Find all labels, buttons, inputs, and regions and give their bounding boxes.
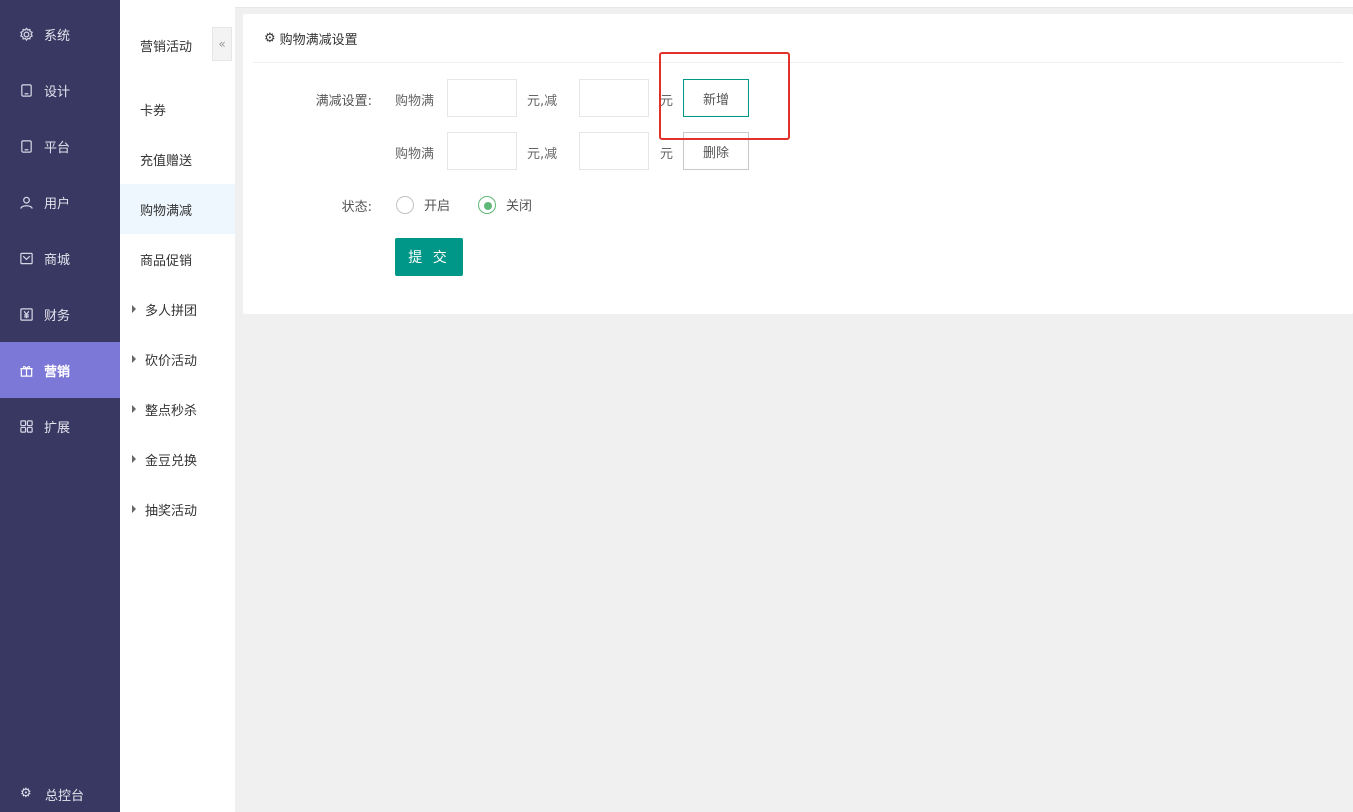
nav-item-console[interactable]: ⚙ 总控台 [0,776,120,812]
gear-icon [18,26,34,42]
row2-amount-input[interactable] [447,132,517,170]
status-radio-off[interactable]: 关闭 [478,195,532,214]
status-radio-on[interactable]: 开启 [396,195,450,214]
mail-icon [18,250,34,266]
subnav-group-bean-exchange[interactable]: 金豆兑换 [120,434,235,484]
radio-circle-checked-icon [478,195,496,214]
top-bar [235,0,1353,8]
yen-icon [18,306,34,322]
subnav-item-recharge-gift[interactable]: 充值赠送 [120,134,235,184]
nav-label: 总控台 [45,788,85,804]
caret-right-icon [132,305,136,313]
nav-item-platform[interactable]: 平台 [0,118,120,174]
panel-header: ⚙ 购物满减设置 [253,14,1343,63]
nav-label: 系统 [44,28,71,44]
nav-label: 平台 [44,140,71,156]
nav-label: 用户 [44,196,71,212]
nav-item-system[interactable]: 系统 [0,6,120,62]
status-label: 状态: [341,200,372,215]
caret-right-icon [132,405,136,413]
subnav-label: 卡券 [140,103,167,119]
row2-discount-input[interactable] [579,132,649,170]
nav-item-design[interactable]: 设计 [0,62,120,118]
row1-amount-input[interactable] [447,79,517,117]
nav-item-extension[interactable]: 扩展 [0,398,120,454]
row1-mid-text: 元,减 [527,94,558,109]
delete-rule-button[interactable]: 删除 [683,132,749,170]
grid-icon [18,418,34,434]
caret-right-icon [132,455,136,463]
subnav-label: 整点秒杀 [145,403,198,419]
submit-button[interactable]: 提 交 [395,238,463,276]
subnav-group-lottery[interactable]: 抽奖活动 [120,484,235,534]
gear-icon: ⚙ [20,786,32,801]
nav-label: 营销 [44,364,71,380]
subnav-item-full-reduction[interactable]: 购物满减 [120,184,235,234]
double-chevron-left-icon: « [218,37,226,51]
radio-circle-icon [396,195,414,214]
subnav-label: 多人拼团 [145,303,198,319]
subnav-label: 充值赠送 [140,153,193,169]
collapse-sidebar-button[interactable]: « [212,27,232,61]
row2-mid-text: 元,减 [527,147,558,162]
tablet-icon [18,138,34,154]
caret-right-icon [132,355,136,363]
nav-label: 商城 [44,252,71,268]
row1-prefix: 购物满 [395,94,435,109]
nav-item-user[interactable]: 用户 [0,174,120,230]
subnav-label: 商品促销 [140,253,193,269]
row1-suffix: 元 [660,94,674,109]
subnav-group-group-buy[interactable]: 多人拼团 [120,284,235,334]
page-title: 购物满减设置 [279,32,358,48]
user-icon [18,194,34,210]
subnav-label: 购物满减 [140,203,193,219]
gear-icon: ⚙ [264,30,276,46]
radio-label: 开启 [424,199,451,214]
subnav-item-coupon[interactable]: 卡券 [120,84,235,134]
row2-prefix: 购物满 [395,147,435,162]
nav-item-finance[interactable]: 财务 [0,286,120,342]
subnav-label: 砍价活动 [145,353,198,369]
subnav-title: 营销活动 [140,40,193,55]
gift-icon [18,362,34,378]
subnav-item-product-promo[interactable]: 商品促销 [120,234,235,284]
add-rule-button[interactable]: 新增 [683,79,749,117]
main-sidebar: 系统 设计 平台 用户 商城 财务 营销 扩展 ⚙ 总控台 [0,0,120,812]
subnav-label: 抽奖活动 [145,503,198,519]
radio-label: 关闭 [506,199,533,214]
row2-suffix: 元 [660,147,674,162]
row1-discount-input[interactable] [579,79,649,117]
subnav-group-bargain[interactable]: 砍价活动 [120,334,235,384]
nav-label: 设计 [44,84,71,100]
nav-label: 扩展 [44,420,71,436]
nav-label: 财务 [44,308,71,324]
tablet-icon [18,82,34,98]
caret-right-icon [132,505,136,513]
subnav-group-flash-sale[interactable]: 整点秒杀 [120,384,235,434]
nav-item-mall[interactable]: 商城 [0,230,120,286]
subnav-label: 金豆兑换 [145,453,198,469]
nav-item-marketing[interactable]: 营销 [0,342,120,398]
rule-label: 满减设置: [315,94,372,109]
sub-sidebar: 营销活动 卡券 充值赠送 购物满减 商品促销 多人拼团 砍价活动 整点秒杀 金豆… [120,0,235,812]
